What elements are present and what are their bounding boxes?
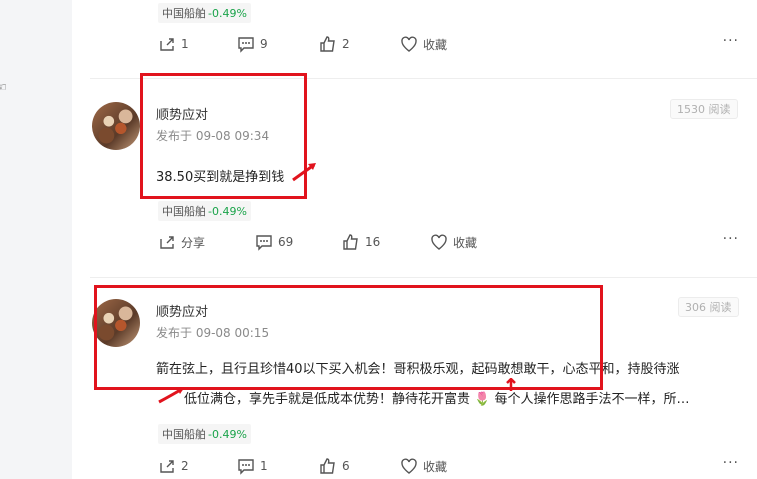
view-count: 306 阅读	[678, 297, 739, 317]
comment-icon	[238, 37, 254, 53]
view-count: 1530 阅读	[670, 99, 738, 119]
thumbs-up-icon	[343, 234, 358, 250]
thumbs-up-icon	[320, 458, 335, 474]
comment-icon	[256, 235, 272, 251]
more-icon[interactable]: ···	[723, 455, 739, 471]
highlight-box	[94, 285, 603, 390]
comment-button[interactable]: 69	[255, 233, 293, 251]
like-button[interactable]: 16	[342, 233, 380, 251]
favorite-button[interactable]: 收藏	[400, 457, 447, 475]
comment-button[interactable]: 9	[237, 35, 268, 53]
comment-feed: 中国船舶 -0.49% 1 9 2 收藏 ··· 顺势应对 发布于 09-08 …	[72, 0, 757, 479]
stock-tag[interactable]: 中国船舶 -0.49%	[158, 424, 251, 444]
heart-icon	[431, 234, 447, 250]
thumbs-up-icon	[320, 36, 335, 52]
share-button[interactable]: 1	[158, 35, 189, 53]
favorite-button[interactable]: 收藏	[400, 35, 447, 53]
more-icon[interactable]: ···	[723, 33, 739, 49]
heart-icon	[401, 458, 417, 474]
post-content-line-2[interactable]: 低位满仓，享先手就是低成本优势！静待花开富贵 🌷 每个人操作思路手法不一样，所…	[184, 388, 689, 407]
share-button[interactable]: 分享	[158, 233, 205, 251]
share-button[interactable]: 2	[158, 457, 189, 475]
action-bar: 2 1 6 收藏 ···	[72, 455, 757, 477]
action-bar: 分享 69 16 收藏 ···	[72, 231, 757, 253]
pointer-icon: ☜	[0, 80, 7, 94]
left-sidebar: ☜	[0, 0, 72, 479]
like-button[interactable]: 6	[319, 457, 350, 475]
avatar[interactable]	[92, 102, 140, 150]
comment-icon	[238, 459, 254, 475]
red-marker-icon	[506, 378, 516, 391]
favorite-button[interactable]: 收藏	[430, 233, 477, 251]
stock-tag[interactable]: 中国船舶 -0.49%	[158, 201, 251, 221]
comment-button[interactable]: 1	[237, 457, 268, 475]
action-bar: 1 9 2 收藏 ···	[72, 33, 757, 55]
red-arrow-icon	[292, 163, 316, 182]
more-icon[interactable]: ···	[723, 231, 739, 247]
divider	[90, 277, 757, 278]
red-arrow-icon	[158, 387, 184, 404]
like-button[interactable]: 2	[319, 35, 350, 53]
share-icon	[160, 460, 174, 473]
share-icon	[160, 38, 174, 51]
share-icon	[160, 236, 174, 249]
stock-tag[interactable]: 中国船舶 -0.49%	[158, 3, 251, 23]
highlight-box	[140, 73, 307, 199]
heart-icon	[401, 36, 417, 52]
